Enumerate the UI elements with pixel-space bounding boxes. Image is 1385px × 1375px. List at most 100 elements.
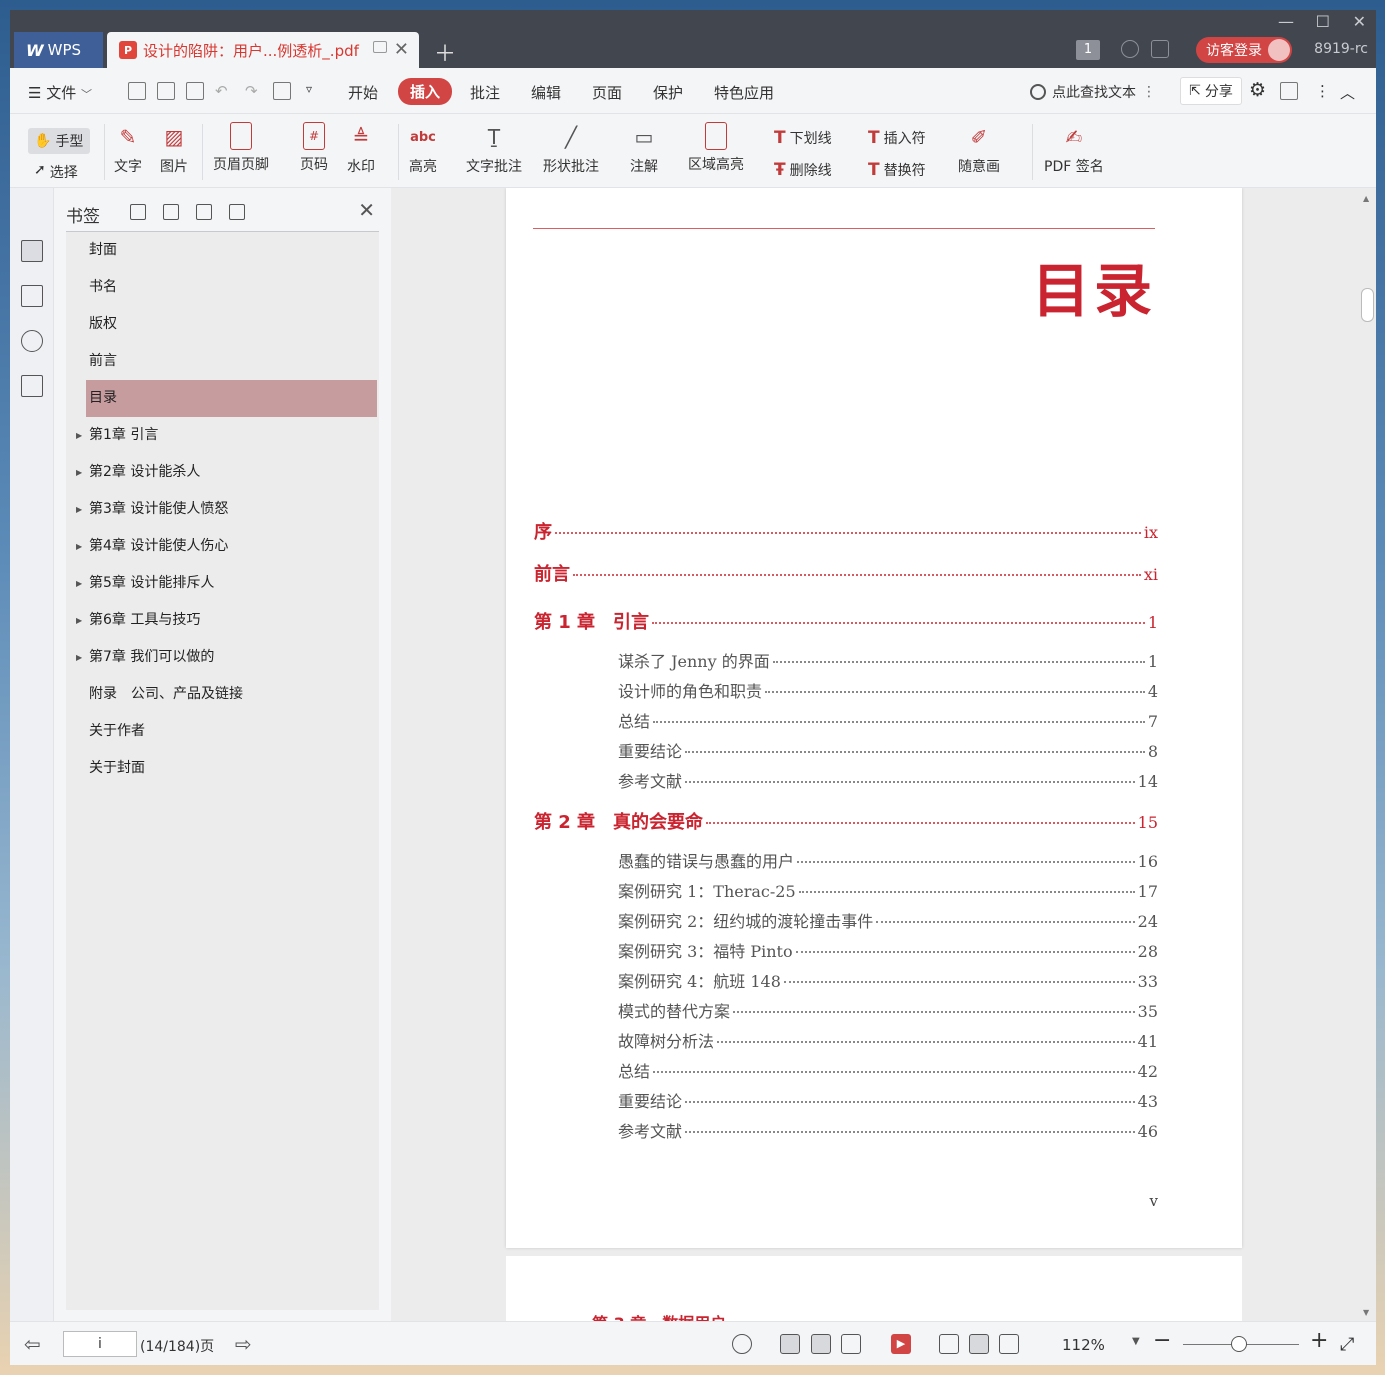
guest-login-button[interactable]: 访客登录 [1196,37,1292,63]
close-window-icon[interactable]: ✕ [1353,12,1366,31]
insert-text-button[interactable]: ✎ 文字 [114,122,142,176]
close-panel-icon[interactable]: ✕ [358,198,375,222]
bookmark-item[interactable]: 关于作者 [66,713,379,750]
annotation-button[interactable]: ▭ 注解 [630,122,658,176]
bookmark-item[interactable]: ▶ 第6章 工具与技巧 [66,602,379,639]
collapse-ribbon-icon[interactable]: ︿ [1340,82,1355,103]
toc-entry[interactable]: 第 1 章 引言 1 [534,608,1158,634]
header-footer-button[interactable]: 页眉页脚 [213,122,269,174]
freehand-button[interactable]: ✐ 随意画 [958,122,1000,176]
bookmark-item[interactable]: ▶ 第3章 设计能使人愤怒 [66,491,379,528]
more-icon[interactable]: ⋮ [1315,82,1330,100]
expand-arrow-icon[interactable]: ▶ [76,528,82,565]
strikethrough-button[interactable]: Ŧ 删除线 [774,160,832,180]
undo-icon[interactable]: ↶ [215,82,228,100]
replace-mark-button[interactable]: T 替换符 [868,160,926,180]
expand-arrow-icon[interactable]: ▶ [76,602,82,639]
toc-entry[interactable]: 参考文献 14 [618,768,1158,792]
bookmark-item[interactable]: 附录 公司、产品及链接 [66,676,379,713]
toc-entry[interactable]: 故障树分析法 41 [618,1028,1158,1052]
bookmark-item[interactable]: ▶ 第2章 设计能杀人 [66,454,379,491]
bookmark-item[interactable]: 版权 [66,306,379,343]
continuous-view-icon[interactable] [780,1334,800,1354]
menu-comment[interactable]: 批注 [470,82,500,103]
toc-entry[interactable]: 重要结论 43 [618,1088,1158,1112]
zoom-out-icon[interactable]: − [1153,1328,1171,1353]
skin-icon[interactable] [1121,40,1139,58]
quick-access-dropdown-icon[interactable]: ▿ [306,82,312,96]
new-tab-icon[interactable]: ＋ [434,36,456,68]
vertical-scrollbar[interactable]: ▲ ▼ [1358,188,1376,1321]
toc-entry[interactable]: 前言 xi [534,560,1158,586]
settings-icon[interactable]: ⚙ [1249,79,1266,101]
bookmark-item[interactable]: ▶ 第1章 引言 [66,417,379,454]
toc-entry[interactable]: 案例研究 3：福特 Pinto 28 [618,938,1158,962]
redo-icon[interactable]: ↷ [245,82,258,100]
expand-arrow-icon[interactable]: ▶ [76,454,82,491]
bookmark-item[interactable]: 书名 [66,269,379,306]
menu-start[interactable]: 开始 [348,82,378,103]
hand-tool-button[interactable]: ✋ 手型 [28,128,90,154]
expand-arrow-icon[interactable]: ▶ [76,417,82,454]
zoom-dropdown-icon[interactable]: ▼ [1132,1336,1140,1347]
toc-entry[interactable]: 重要结论 8 [618,738,1158,762]
area-highlight-button[interactable]: 区域高亮 [688,122,744,174]
eye-protection-icon[interactable] [732,1334,752,1354]
highlight-button[interactable]: abc 高亮 [409,122,437,176]
zoom-slider-handle[interactable] [1231,1336,1247,1352]
message-icon[interactable] [1280,82,1298,100]
print-icon[interactable] [186,82,204,100]
bookmark-item[interactable]: ▶ 第7章 我们可以做的 [66,639,379,676]
bookmark-item[interactable]: 封面 [66,232,379,269]
pdf-sign-button[interactable]: ✍ PDF 签名 [1044,122,1104,176]
menu-protect[interactable]: 保护 [653,82,683,103]
file-menu[interactable]: ☰ 文件 ﹀ [28,82,92,103]
toc-entry[interactable]: 案例研究 2：纽约城的渡轮撞击事件 24 [618,908,1158,932]
play-slideshow-icon[interactable]: ▶ [891,1334,911,1354]
bookmark-item[interactable]: 前言 [66,343,379,380]
actual-size-icon[interactable] [939,1334,959,1354]
prev-page-icon[interactable]: ⇦ [24,1332,41,1356]
annotation-panel-icon[interactable] [21,330,43,352]
zoom-level[interactable]: 112% [1062,1336,1105,1354]
bookmark-settings-icon[interactable] [229,204,245,220]
minimize-icon[interactable]: — [1278,12,1294,31]
monitor-icon[interactable] [373,41,387,53]
toc-entry[interactable]: 总结 42 [618,1058,1158,1082]
zoom-in-icon[interactable]: + [1310,1328,1328,1353]
bookmark-item[interactable]: 目录 [86,380,377,417]
bookmark-item[interactable]: 关于封面 [66,750,379,787]
export-icon[interactable] [273,82,291,100]
add-bookmark-icon[interactable] [196,204,212,220]
scroll-up-icon[interactable]: ▲ [1363,194,1369,203]
toc-entry[interactable]: 愚蠢的错误与愚蠢的用户 16 [618,848,1158,872]
toc-entry[interactable]: 案例研究 1：Therac-25 17 [618,878,1158,902]
menu-insert[interactable]: 插入 [398,78,453,105]
expand-arrow-icon[interactable]: ▶ [76,639,82,676]
toc-entry[interactable]: 案例研究 4：航班 148 33 [618,968,1158,992]
document-viewport[interactable]: 目录 序 ix 前言 xi 第 1 章 引言 1 谋杀了 Jenny 的界面 1 设计师的角色和… [391,188,1376,1321]
watermark-button[interactable]: ≜ 水印 [347,122,375,176]
save-icon[interactable] [157,82,175,100]
scrollbar-thumb[interactable] [1361,288,1374,322]
signature-panel-icon[interactable] [21,375,43,397]
close-tab-icon[interactable]: ✕ [394,39,409,60]
window-count-badge[interactable]: 1 [1076,40,1100,60]
insert-mark-button[interactable]: T 插入符 [868,128,926,148]
scroll-down-icon[interactable]: ▼ [1363,1308,1369,1317]
text-note-button[interactable]: Ṯ 文字批注 [466,122,522,176]
find-text-button[interactable]: 点此查找文本 ⋮ [1030,82,1156,102]
collapse-all-icon[interactable] [163,204,179,220]
toc-entry[interactable]: 总结 7 [618,708,1158,732]
fit-page-icon[interactable] [969,1334,989,1354]
underline-button[interactable]: T 下划线 [774,128,832,148]
select-tool-button[interactable]: ➚ 选择 [34,162,78,182]
maximize-icon[interactable]: ☐ [1316,12,1330,31]
wps-home-tab[interactable]: W WPS [14,32,103,68]
two-page-icon[interactable] [841,1334,861,1354]
toc-entry[interactable]: 参考文献 46 [618,1118,1158,1142]
thumbnail-panel-icon[interactable] [21,285,43,307]
toc-entry[interactable]: 设计师的角色和职责 4 [618,678,1158,702]
menu-page[interactable]: 页面 [592,82,622,103]
menu-edit[interactable]: 编辑 [531,82,561,103]
